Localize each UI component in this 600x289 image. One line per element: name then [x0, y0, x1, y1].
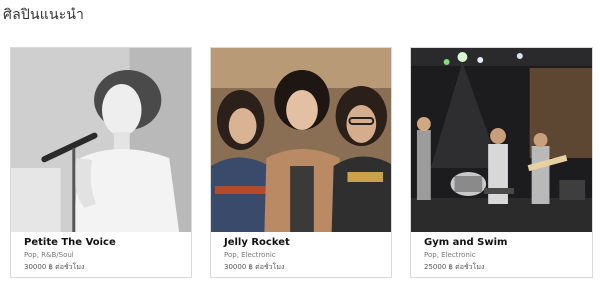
- artist-photo[interactable]: [211, 48, 391, 232]
- artist-genre: Pop, Electronic: [424, 251, 476, 259]
- artist-price: 30000 ฿ ต่อชั่วโมง: [24, 263, 85, 271]
- artist-card[interactable]: Jelly Rocket Pop, Electronic 30000 ฿ ต่อ…: [210, 47, 392, 278]
- artist-name[interactable]: Gym and Swim: [424, 237, 507, 248]
- artist-card[interactable]: Gym and Swim Pop, Electronic 25000 ฿ ต่อ…: [410, 47, 593, 278]
- artist-card[interactable]: Petite The Voice Pop, R&B/Soul 30000 ฿ ต…: [10, 47, 192, 278]
- artist-photo[interactable]: [411, 48, 592, 232]
- artist-price: 30000 ฿ ต่อชั่วโมง: [224, 263, 285, 271]
- artist-genre: Pop, R&B/Soul: [24, 251, 74, 259]
- artist-name[interactable]: Petite The Voice: [24, 237, 116, 248]
- page-title: ศิลปินแนะนำ: [3, 7, 85, 23]
- artist-genre: Pop, Electronic: [224, 251, 276, 259]
- artist-photo[interactable]: [11, 48, 191, 232]
- artist-name[interactable]: Jelly Rocket: [224, 237, 290, 248]
- artist-price: 25000 ฿ ต่อชั่วโมง: [424, 263, 485, 271]
